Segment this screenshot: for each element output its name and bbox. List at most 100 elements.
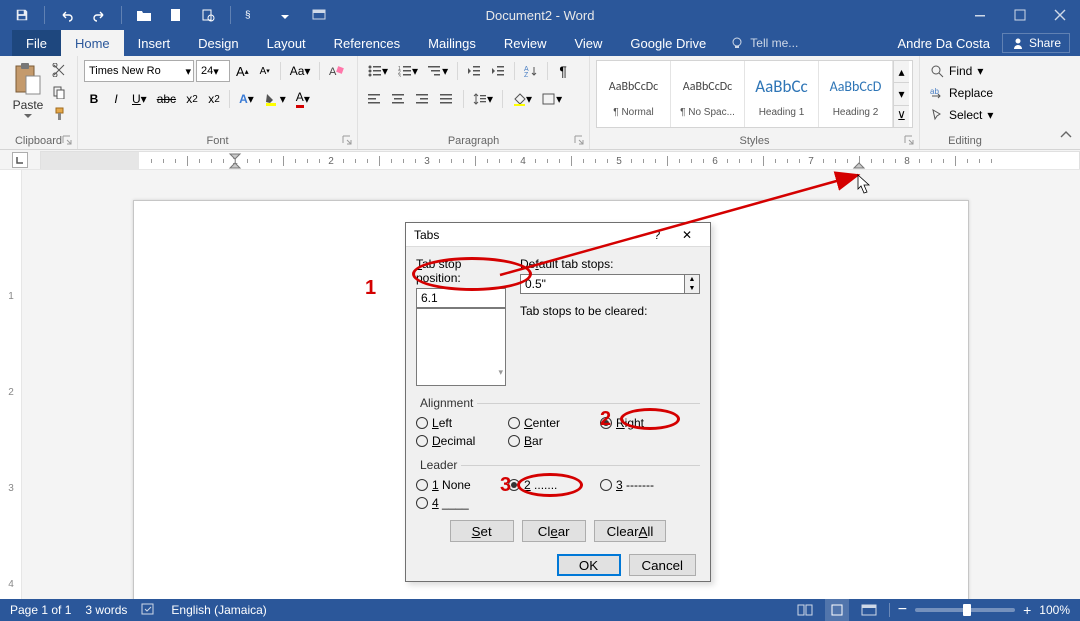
spelling-icon[interactable]: § (239, 2, 267, 28)
tab-stop-list[interactable]: ▾ (416, 308, 506, 386)
maximize-button[interactable] (1000, 0, 1040, 30)
proofing-icon[interactable] (141, 602, 157, 619)
tab-home[interactable]: Home (61, 30, 124, 56)
redo-icon[interactable] (85, 2, 113, 28)
alignment-bar-radio[interactable]: Bar (508, 434, 590, 448)
tab-review[interactable]: Review (490, 30, 561, 56)
select-button[interactable]: Select▾ (926, 104, 1004, 126)
zoom-slider-thumb[interactable] (963, 604, 971, 616)
read-mode-button[interactable] (793, 599, 817, 621)
style-normal[interactable]: AaBbCcDc ¶ Normal (597, 61, 671, 127)
tab-file[interactable]: File (12, 30, 61, 56)
change-case-button[interactable]: Aa▾ (286, 60, 315, 82)
leader-3-radio[interactable]: 3 ------- (600, 478, 682, 492)
justify-button[interactable] (436, 88, 458, 110)
superscript-button[interactable]: x2 (204, 88, 224, 110)
copy-button[interactable] (48, 82, 70, 102)
tab-insert[interactable]: Insert (124, 30, 185, 56)
font-size-input[interactable]: 24 ▾ (196, 60, 230, 82)
text-effects-button[interactable]: A▾ (235, 88, 258, 110)
paste-button[interactable]: Paste (6, 60, 50, 121)
print-preview-icon[interactable] (194, 2, 222, 28)
line-spacing-button[interactable]: ▾ (469, 88, 497, 110)
cancel-button[interactable]: Cancel (629, 554, 697, 576)
gallery-more-button[interactable]: ⊻ (894, 106, 909, 127)
gallery-up-button[interactable]: ▴ (894, 61, 909, 83)
ribbon-display-options-icon[interactable] (299, 0, 339, 30)
status-language[interactable]: English (Jamaica) (171, 603, 266, 617)
clear-all-button[interactable]: Clear All (594, 520, 667, 542)
find-button[interactable]: Find▾ (926, 60, 1004, 82)
paragraph-dialog-launcher[interactable] (573, 134, 585, 146)
new-doc-icon[interactable] (162, 2, 190, 28)
alignment-center-radio[interactable]: Center (508, 416, 590, 430)
strikethrough-button[interactable]: abc (153, 88, 180, 110)
qat-customize-icon[interactable] (271, 2, 299, 28)
dialog-help-button[interactable]: ? (642, 223, 672, 247)
ok-button[interactable]: OK (557, 554, 621, 576)
set-button[interactable]: Set (450, 520, 514, 542)
leader-1-radio[interactable]: 1 None (416, 478, 498, 492)
clear-formatting-button[interactable]: A (325, 60, 349, 82)
alignment-decimal-radio[interactable]: Decimal (416, 434, 498, 448)
show-marks-button[interactable]: ¶ (553, 60, 573, 82)
tab-view[interactable]: View (560, 30, 616, 56)
grow-font-button[interactable]: A▴ (232, 60, 253, 82)
chevron-down-icon[interactable]: ▾ (213, 65, 219, 78)
font-name-input[interactable]: Times New Ro ▾ (84, 60, 194, 82)
zoom-slider[interactable] (915, 608, 1015, 612)
close-button[interactable] (1040, 0, 1080, 30)
style-heading-1[interactable]: AaBbCc Heading 1 (745, 61, 819, 127)
save-icon[interactable] (8, 2, 36, 28)
style-no-spacing[interactable]: AaBbCcDc ¶ No Spac... (671, 61, 745, 127)
default-tab-input[interactable] (520, 274, 685, 294)
tell-me-search[interactable]: Tell me... (730, 30, 798, 56)
status-page[interactable]: Page 1 of 1 (10, 603, 71, 617)
dialog-titlebar[interactable]: Tabs ? ✕ (406, 223, 710, 247)
zoom-in-button[interactable]: + (1023, 602, 1031, 618)
web-layout-button[interactable] (857, 599, 881, 621)
bullets-button[interactable]: ▾ (364, 60, 392, 82)
styles-dialog-launcher[interactable] (903, 134, 915, 146)
clipboard-dialog-launcher[interactable] (61, 134, 73, 146)
share-button[interactable]: Share (1002, 33, 1070, 53)
bold-button[interactable]: B (84, 88, 104, 110)
status-words[interactable]: 3 words (85, 603, 127, 617)
align-left-button[interactable] (364, 88, 386, 110)
subscript-button[interactable]: x2 (182, 88, 202, 110)
print-layout-button[interactable] (825, 599, 849, 621)
tab-mailings[interactable]: Mailings (414, 30, 490, 56)
default-tab-spinner[interactable]: ▲▼ (520, 274, 700, 294)
font-dialog-launcher[interactable] (341, 134, 353, 146)
spin-down-button[interactable]: ▼ (685, 284, 699, 293)
underline-button[interactable]: U▾ (128, 88, 151, 110)
italic-button[interactable]: I (106, 88, 126, 110)
align-right-button[interactable] (412, 88, 434, 110)
zoom-level[interactable]: 100% (1039, 603, 1070, 617)
numbering-button[interactable]: 123▾ (394, 60, 422, 82)
minimize-button[interactable] (960, 0, 1000, 30)
clear-button[interactable]: Clear (522, 520, 586, 542)
leader-4-radio[interactable]: 4 ____ (416, 496, 498, 510)
spin-up-button[interactable]: ▲ (685, 275, 699, 284)
dialog-close-button[interactable]: ✕ (672, 223, 702, 247)
style-heading-2[interactable]: AaBbCcD Heading 2 (819, 61, 893, 127)
horizontal-ruler[interactable]: 12345678 (40, 151, 1080, 169)
multilevel-list-button[interactable]: ▾ (424, 60, 452, 82)
replace-button[interactable]: ab Replace (926, 82, 1004, 104)
tab-design[interactable]: Design (184, 30, 252, 56)
zoom-out-button[interactable]: − (898, 601, 907, 619)
highlight-button[interactable]: ▾ (260, 88, 290, 110)
sort-button[interactable]: AZ (520, 60, 542, 82)
tab-selector-button[interactable] (12, 152, 28, 168)
gallery-down-button[interactable]: ▾ (894, 83, 909, 105)
decrease-indent-button[interactable] (463, 60, 485, 82)
shrink-font-button[interactable]: A▾ (255, 60, 275, 82)
alignment-right-radio[interactable]: Right (600, 416, 682, 430)
chevron-down-icon[interactable]: ▾ (185, 65, 191, 78)
undo-icon[interactable] (53, 2, 81, 28)
tab-references[interactable]: References (320, 30, 414, 56)
cut-button[interactable] (48, 60, 70, 80)
increase-indent-button[interactable] (487, 60, 509, 82)
leader-2-radio[interactable]: 2 ....... (508, 478, 590, 492)
